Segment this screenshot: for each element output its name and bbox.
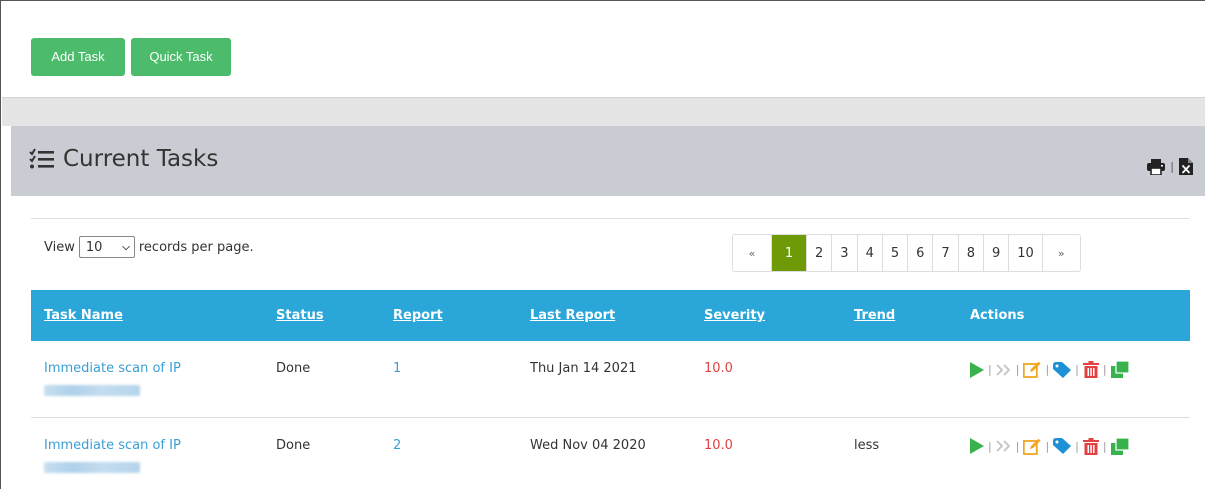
last-report-cell: Wed Nov 04 2020 xyxy=(530,437,646,453)
edit-icon[interactable] xyxy=(1023,361,1041,378)
separator: | xyxy=(1075,439,1079,453)
pagination-page[interactable]: 5 xyxy=(881,235,908,271)
separator: | xyxy=(1015,363,1020,376)
row-actions: | | | | | xyxy=(970,437,1190,455)
separator: | xyxy=(1045,363,1050,376)
pagination-page[interactable]: 9 xyxy=(982,235,1009,271)
add-task-button[interactable]: Add Task xyxy=(31,38,125,76)
pagination-page[interactable]: 10 xyxy=(1008,235,1042,271)
delete-icon[interactable] xyxy=(1082,361,1099,378)
separator: | xyxy=(1045,439,1050,453)
play-icon[interactable] xyxy=(970,438,984,454)
pagination-prev[interactable]: « xyxy=(733,235,771,271)
records-per-page-control: View 10 ⌵ records per page. xyxy=(44,236,254,258)
separator: | xyxy=(988,439,992,453)
pagination-page[interactable]: 2 xyxy=(806,235,832,271)
pagination-page[interactable]: 1 xyxy=(771,235,806,271)
actions-cell: | | | | | xyxy=(957,341,1190,417)
separator: | xyxy=(988,363,992,376)
clone-icon[interactable] xyxy=(1110,361,1129,378)
trend-cell: less xyxy=(854,437,880,453)
severity-cell: 10.0 xyxy=(691,341,841,417)
task-name-link[interactable]: Immediate scan of IP xyxy=(44,438,181,453)
column-header-report[interactable]: Report xyxy=(380,290,517,341)
panel-title-text: Current Tasks xyxy=(63,146,219,172)
task-name-link[interactable]: Immediate scan of IP xyxy=(44,361,181,376)
pagination-next[interactable]: » xyxy=(1041,235,1080,271)
severity-cell: 10.0 xyxy=(691,417,841,489)
divider xyxy=(31,218,1189,219)
excel-export-icon[interactable] xyxy=(1179,158,1193,175)
task-list-icon xyxy=(29,148,55,170)
records-per-page-select[interactable]: 10 ⌵ xyxy=(78,236,135,258)
status-cell: Done xyxy=(276,437,311,453)
report-cell: 2 xyxy=(380,417,517,489)
column-header-last-report[interactable]: Last Report xyxy=(517,290,691,341)
column-header-severity[interactable]: Severity xyxy=(691,290,841,341)
report-link[interactable]: 1 xyxy=(393,361,401,376)
panel-header: Current Tasks | xyxy=(11,126,1205,196)
separator: | xyxy=(1102,439,1107,453)
column-header-task-name[interactable]: Task Name xyxy=(31,290,263,341)
clone-icon[interactable] xyxy=(1110,437,1129,455)
pagination-page[interactable]: 6 xyxy=(907,235,933,271)
redacted-ip xyxy=(44,461,140,473)
redacted-ip xyxy=(44,385,140,396)
table-row: Immediate scan of IP Done 1 Thu Jan 14 2… xyxy=(31,341,1190,417)
severity-value: 10.0 xyxy=(704,361,733,376)
tasks-table: Task Name Status Report Last Report Seve… xyxy=(31,290,1190,489)
pagination: « 1 2 3 4 5 6 7 8 9 10 » xyxy=(732,234,1081,272)
chevron-down-icon: ⌵ xyxy=(122,241,130,253)
delete-icon[interactable] xyxy=(1082,437,1099,455)
row-actions: | | | | | xyxy=(970,361,1190,378)
pagination-page[interactable]: 3 xyxy=(831,235,857,271)
separator: | xyxy=(1170,160,1174,173)
actions-cell: | | | | | xyxy=(957,417,1190,489)
panel-title: Current Tasks xyxy=(29,146,218,172)
edit-icon[interactable] xyxy=(1023,438,1041,455)
separator: | xyxy=(1102,363,1107,376)
tag-icon[interactable] xyxy=(1053,438,1072,454)
records-suffix-label: records per page. xyxy=(138,239,254,255)
pagination-page[interactable]: 7 xyxy=(932,235,958,271)
column-header-trend[interactable]: Trend xyxy=(841,290,957,341)
records-per-page-value: 10 xyxy=(85,239,103,255)
pagination-page[interactable]: 8 xyxy=(957,235,983,271)
table-row: Immediate scan of IP Done 2 Wed Nov 04 2… xyxy=(31,417,1190,489)
divider-strip xyxy=(2,98,1205,126)
table-header-row: Task Name Status Report Last Report Seve… xyxy=(31,290,1190,341)
column-header-status[interactable]: Status xyxy=(263,290,380,341)
quick-task-button[interactable]: Quick Task xyxy=(131,38,231,76)
task-name-cell: Immediate scan of IP xyxy=(31,341,263,417)
tag-icon[interactable] xyxy=(1053,361,1072,378)
severity-value: 10.0 xyxy=(704,437,733,453)
play-icon[interactable] xyxy=(970,361,984,378)
print-icon[interactable] xyxy=(1147,158,1166,175)
separator: | xyxy=(1015,439,1020,453)
report-link[interactable]: 2 xyxy=(393,438,401,453)
view-label: View xyxy=(44,239,75,255)
trend-cell xyxy=(841,341,957,417)
task-name-cell: Immediate scan of IP xyxy=(31,417,263,489)
last-report-cell: Thu Jan 14 2021 xyxy=(530,361,637,376)
report-cell: 1 xyxy=(380,341,517,417)
top-toolbar: Add Task Quick Task xyxy=(2,2,1205,98)
fast-forward-icon[interactable] xyxy=(996,440,1012,452)
panel-body: View 10 ⌵ records per page. « 1 2 3 4 5 … xyxy=(11,196,1205,489)
status-cell: Done xyxy=(276,361,311,376)
fast-forward-icon[interactable] xyxy=(996,363,1012,376)
pagination-page[interactable]: 4 xyxy=(856,235,882,271)
column-header-actions: Actions xyxy=(970,308,1025,323)
app-frame: Add Task Quick Task Current Tasks | View… xyxy=(0,0,1205,489)
header-tools: | xyxy=(1147,158,1193,175)
separator: | xyxy=(1075,363,1079,376)
